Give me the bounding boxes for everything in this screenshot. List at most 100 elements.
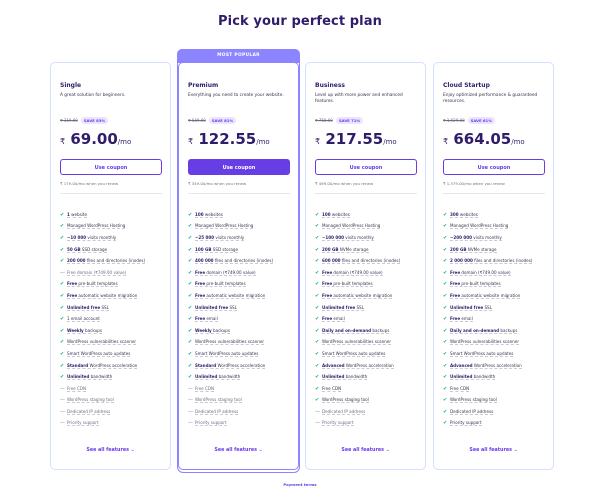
check-icon: ✔ xyxy=(188,211,193,218)
feature-label: Priority support xyxy=(450,420,482,426)
feature-text: WordPress staging tool xyxy=(322,397,369,404)
dash-icon: — xyxy=(60,385,65,392)
use-coupon-button[interactable]: Use coupon xyxy=(188,159,290,175)
feature-label: files and directories (inodes) xyxy=(472,258,533,264)
plan-name: Single xyxy=(60,82,82,89)
feature-label: bandwidth xyxy=(89,374,113,380)
feature-text: Priority support xyxy=(195,420,227,427)
feature-text: Unlimited free SSL xyxy=(322,305,364,311)
feature-highlight: Unlimited xyxy=(195,374,218,380)
feature-highlight: 100 xyxy=(195,211,204,217)
check-icon: ✔ xyxy=(315,211,320,218)
feature-label: Dedicated IP address xyxy=(450,408,494,414)
feature-text: WordPress vulnerabilities scanner xyxy=(67,339,137,346)
dash-icon: — xyxy=(188,420,193,427)
feature-highlight: 200 000 xyxy=(67,258,86,264)
check-icon: ✔ xyxy=(443,408,448,415)
feature-label: websites xyxy=(330,211,350,217)
feature-item: ✔ Free automatic website migration xyxy=(60,290,166,302)
dash-icon: — xyxy=(315,420,320,427)
feature-text: Free domain (₹749.00 value) xyxy=(450,270,511,276)
feature-label: backups xyxy=(499,327,518,333)
feature-item: ✔ Priority support xyxy=(443,418,549,430)
feature-highlight: Daily and on-demand xyxy=(322,327,372,333)
feature-text: Unlimited bandwidth xyxy=(195,374,241,381)
price-value: 664.05 xyxy=(453,130,512,148)
feature-item: ✔ Free pre-built templates xyxy=(315,279,421,291)
feature-text: Managed WordPress Hosting xyxy=(195,223,254,230)
feature-label: WordPress acceleration xyxy=(216,362,266,368)
feature-text: Free automatic website migration xyxy=(322,293,393,299)
feature-text: WordPress vulnerabilities scanner xyxy=(322,339,392,346)
plan-price: ₹ 664.05/mo xyxy=(443,130,525,148)
feature-label: Dedicated IP address xyxy=(67,408,111,414)
feature-highlight: Unlimited free xyxy=(322,304,356,310)
check-icon: ✔ xyxy=(188,350,193,357)
feature-item: ✔ Advanced WordPress acceleration xyxy=(443,360,549,372)
feature-label: bandwidth xyxy=(217,374,241,380)
check-icon: ✔ xyxy=(315,269,320,276)
feature-highlight: Free xyxy=(195,281,206,287)
feature-text: WordPress vulnerabilities scanner xyxy=(450,339,520,346)
use-coupon-button[interactable]: Use coupon xyxy=(315,159,417,175)
dash-icon: — xyxy=(188,397,193,404)
feature-text: WordPress staging tool xyxy=(67,397,114,404)
feature-label: Managed WordPress Hosting xyxy=(322,223,381,229)
feature-item: ✔ Weekly backups xyxy=(60,325,166,337)
feature-text: Dedicated IP address xyxy=(450,408,494,415)
feature-highlight: 200 GB xyxy=(450,246,467,252)
see-all-features-link[interactable]: See all features ⌄ xyxy=(306,448,425,453)
feature-text: Priority support xyxy=(450,420,482,427)
plan-card-business: Business Level up with more power and enh… xyxy=(305,62,426,470)
check-icon: ✔ xyxy=(443,397,448,404)
feature-text: Weekly backups xyxy=(195,328,230,334)
feature-text: Managed WordPress Hosting xyxy=(322,223,381,230)
plan-description: Enjoy optimized performance & guaranteed… xyxy=(443,93,538,104)
feature-highlight: ~200 000 xyxy=(450,234,472,240)
feature-label: pre-built templates xyxy=(460,281,501,287)
old-price: ₹ 319.00 xyxy=(60,117,78,123)
feature-text: Free domain (₹749.00 value) xyxy=(322,270,383,276)
feature-list: ✔ 1 website ✔ Managed WordPress Hosting ✔ ~10… xyxy=(60,209,166,429)
feature-label: WordPress staging tool xyxy=(67,397,114,403)
feature-label: Priority support xyxy=(67,420,99,426)
feature-label: visits monthly xyxy=(86,234,117,240)
feature-highlight: Unlimited free xyxy=(195,304,229,310)
check-icon: ✔ xyxy=(443,350,448,357)
check-icon: ✔ xyxy=(60,316,65,323)
feature-label: pre-built templates xyxy=(332,281,373,287)
see-all-features-link[interactable]: See all features ⌄ xyxy=(179,448,298,453)
payment-terms-link[interactable]: Payment terms xyxy=(0,482,600,487)
feature-text: Priority support xyxy=(67,420,99,427)
feature-highlight: Free xyxy=(67,292,78,298)
feature-item: — Dedicated IP address xyxy=(60,406,166,418)
feature-item: ✔ Managed WordPress Hosting xyxy=(60,221,166,233)
see-all-features-link[interactable]: See all features ⌄ xyxy=(434,448,553,453)
use-coupon-button[interactable]: Use coupon xyxy=(443,159,545,175)
feature-highlight: 50 GB xyxy=(67,246,81,252)
feature-highlight: Unlimited xyxy=(450,374,473,380)
use-coupon-button[interactable]: Use coupon xyxy=(60,159,162,175)
feature-text: 300 websites xyxy=(450,212,478,218)
feature-item: — Priority support xyxy=(60,418,166,430)
check-icon: ✔ xyxy=(443,269,448,276)
feature-item: — Dedicated IP address xyxy=(315,406,421,418)
feature-label: files and directories (inodes) xyxy=(85,258,146,264)
feature-text: Standard WordPress acceleration xyxy=(67,362,138,369)
feature-label: WordPress vulnerabilities scanner xyxy=(322,339,392,345)
discount-row: ₹ 319.00 SAVE 83% xyxy=(60,116,109,124)
feature-text: Unlimited free SSL xyxy=(195,305,237,311)
feature-label: domain (₹749.00 value) xyxy=(332,269,383,275)
divider xyxy=(443,193,545,194)
see-all-features-link[interactable]: See all features ⌄ xyxy=(51,448,170,453)
feature-highlight: Standard xyxy=(67,362,89,368)
feature-label: visits monthly xyxy=(343,234,374,240)
feature-item: ✔ Free automatic website migration xyxy=(188,290,294,302)
check-icon: ✔ xyxy=(443,281,448,288)
feature-highlight: Unlimited free xyxy=(450,304,484,310)
feature-item: — WordPress staging tool xyxy=(60,395,166,407)
feature-label: bandwidth xyxy=(344,374,368,380)
feature-text: Free automatic website migration xyxy=(67,292,138,299)
feature-text: Unlimited free SSL xyxy=(67,305,109,311)
plan-price: ₹ 122.55/mo xyxy=(188,130,270,148)
